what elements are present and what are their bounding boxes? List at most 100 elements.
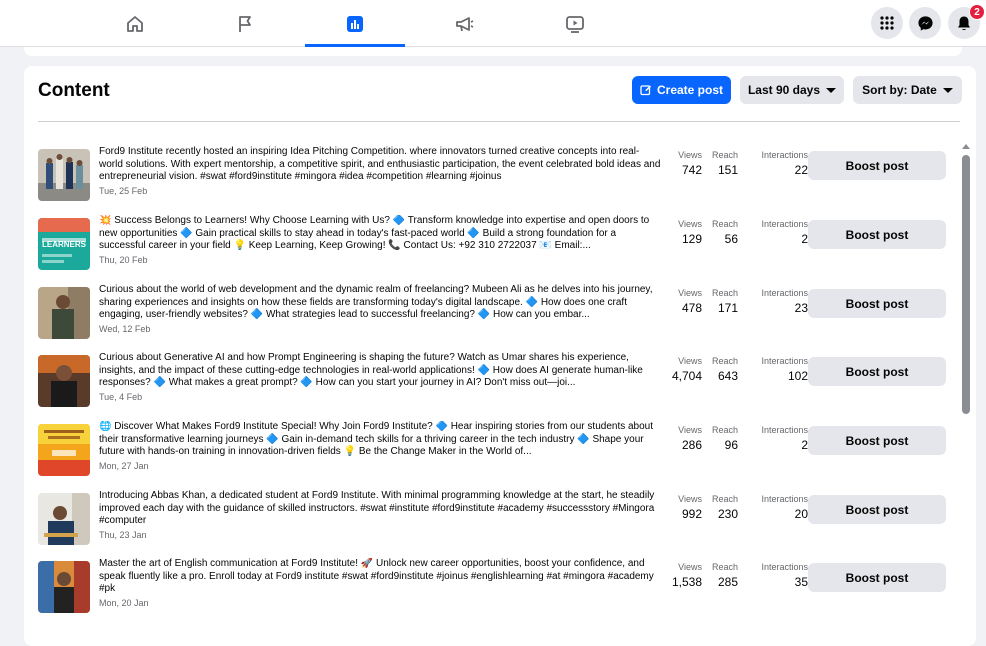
post-caption: Curious about Generative AI and how Prom… xyxy=(99,352,643,388)
notifications-button[interactable]: 2 xyxy=(948,4,985,39)
post-text-block[interactable]: Curious about Generative AI and how Prom… xyxy=(99,352,662,403)
reach-label: Reach xyxy=(711,562,738,572)
reach-label: Reach xyxy=(711,219,738,229)
post-row[interactable]: Master the art of English communication … xyxy=(38,558,946,616)
reach-label: Reach xyxy=(711,288,738,298)
post-date: Thu, 23 Jan xyxy=(99,529,147,540)
flag-icon xyxy=(239,15,251,32)
interactions-metric: Interactions 23 xyxy=(756,288,808,315)
reach-metric: Reach 230 xyxy=(708,494,738,521)
post-thumbnail[interactable] xyxy=(38,149,90,201)
post-thumbnail[interactable] xyxy=(38,424,90,476)
reach-metric: Reach 643 xyxy=(708,356,738,383)
home-icon xyxy=(127,15,143,32)
sort-dropdown[interactable]: Sort by: Date xyxy=(853,76,962,104)
header-divider xyxy=(38,121,960,122)
reach-label: Reach xyxy=(711,425,738,435)
post-text-block[interactable]: Ford9 Institute recently hosted an inspi… xyxy=(99,146,662,197)
scroll-up-arrow-icon[interactable] xyxy=(962,144,970,149)
post-row[interactable]: Curious about Generative AI and how Prom… xyxy=(38,352,946,410)
views-value: 992 xyxy=(681,507,702,521)
post-row[interactable]: LEARNERS 💥 Success Belongs to Learners! W… xyxy=(38,215,946,273)
interactions-metric: Interactions 102 xyxy=(756,356,808,383)
post-text-block[interactable]: Introducing Abbas Khan, a dedicated stud… xyxy=(99,490,662,541)
date-range-dropdown[interactable]: Last 90 days xyxy=(740,76,844,104)
reach-metric: Reach 171 xyxy=(708,288,738,315)
menu-button[interactable] xyxy=(871,7,903,39)
post-thumbnail[interactable] xyxy=(38,287,90,339)
post-row[interactable]: Curious about the world of web developme… xyxy=(38,284,946,342)
tab-video[interactable] xyxy=(525,0,625,47)
scrollbar-thumb[interactable] xyxy=(962,155,970,414)
views-metric: Views 478 xyxy=(658,288,702,315)
post-text-block[interactable]: 🌐 Discover What Makes Ford9 Institute Sp… xyxy=(99,421,662,472)
tab-home[interactable] xyxy=(85,0,185,47)
content-card: Content Create post Last 90 days Sort by… xyxy=(24,66,976,646)
interactions-label: Interactions xyxy=(761,288,808,298)
interactions-label: Interactions xyxy=(761,425,808,435)
views-metric: Views 286 xyxy=(658,425,702,452)
reach-label: Reach xyxy=(711,356,738,366)
boost-post-button[interactable]: Boost post xyxy=(808,563,946,592)
messenger-icon xyxy=(917,15,933,31)
post-row[interactable]: 🌐 Discover What Makes Ford9 Institute Sp… xyxy=(38,421,946,479)
views-value: 4,704 xyxy=(671,369,702,383)
reach-metric: Reach 56 xyxy=(708,219,738,246)
views-value: 1,538 xyxy=(671,575,702,589)
messenger-button[interactable] xyxy=(909,7,941,39)
post-thumbnail[interactable] xyxy=(38,355,90,407)
post-date: Mon, 27 Jan xyxy=(99,460,149,471)
interactions-value: 2 xyxy=(801,438,808,452)
views-value: 742 xyxy=(681,163,702,177)
views-label: Views xyxy=(678,219,702,229)
views-metric: Views 742 xyxy=(658,150,702,177)
interactions-metric: Interactions 35 xyxy=(756,562,808,589)
post-thumbnail[interactable] xyxy=(38,493,90,545)
views-metric: Views 1,538 xyxy=(658,562,702,589)
post-date: Wed, 12 Feb xyxy=(99,323,151,334)
post-text-block[interactable]: Master the art of English communication … xyxy=(99,558,662,609)
boost-post-button[interactable]: Boost post xyxy=(808,426,946,455)
bar-chart-icon xyxy=(347,15,363,32)
boost-post-button[interactable]: Boost post xyxy=(808,151,946,180)
views-label: Views xyxy=(678,562,702,572)
scrollbar[interactable] xyxy=(961,142,971,626)
tab-ads[interactable] xyxy=(415,0,515,47)
post-date: Thu, 20 Feb xyxy=(99,254,148,265)
views-label: Views xyxy=(678,150,702,160)
boost-post-button[interactable]: Boost post xyxy=(808,289,946,318)
grid-menu-icon xyxy=(880,16,894,30)
reach-value: 230 xyxy=(717,507,738,521)
post-text-block[interactable]: 💥 Success Belongs to Learners! Why Choos… xyxy=(99,215,662,266)
post-text-block[interactable]: Curious about the world of web developme… xyxy=(99,284,662,335)
caret-down-icon xyxy=(826,87,837,93)
boost-post-button[interactable]: Boost post xyxy=(808,220,946,249)
create-post-button[interactable]: Create post xyxy=(632,76,731,104)
post-date: Tue, 4 Feb xyxy=(99,391,143,402)
create-post-label: Create post xyxy=(656,83,724,97)
edit-icon xyxy=(640,85,651,96)
views-metric: Views 992 xyxy=(658,494,702,521)
notification-count-badge: 2 xyxy=(969,4,985,20)
interactions-metric: Interactions 20 xyxy=(756,494,808,521)
post-caption: Curious about the world of web developme… xyxy=(99,284,653,320)
post-date: Tue, 25 Feb xyxy=(99,185,148,196)
tab-pages[interactable] xyxy=(195,0,295,47)
interactions-label: Interactions xyxy=(761,562,808,572)
post-row[interactable]: Introducing Abbas Khan, a dedicated stud… xyxy=(38,490,946,548)
reach-value: 285 xyxy=(717,575,738,589)
reach-value: 643 xyxy=(717,369,738,383)
post-row[interactable]: Ford9 Institute recently hosted an inspi… xyxy=(38,146,946,204)
post-caption: Introducing Abbas Khan, a dedicated stud… xyxy=(99,490,655,526)
interactions-value: 102 xyxy=(787,369,808,383)
tab-insights[interactable] xyxy=(305,0,405,47)
bell-icon xyxy=(958,16,970,30)
boost-post-button[interactable]: Boost post xyxy=(808,357,946,386)
sort-label: Sort by: Date xyxy=(862,83,937,97)
video-icon xyxy=(566,15,584,33)
boost-post-button[interactable]: Boost post xyxy=(808,495,946,524)
post-thumbnail[interactable]: LEARNERS xyxy=(38,218,90,270)
caret-down-icon xyxy=(942,87,953,93)
post-thumbnail[interactable] xyxy=(38,561,90,613)
views-metric: Views 4,704 xyxy=(658,356,702,383)
